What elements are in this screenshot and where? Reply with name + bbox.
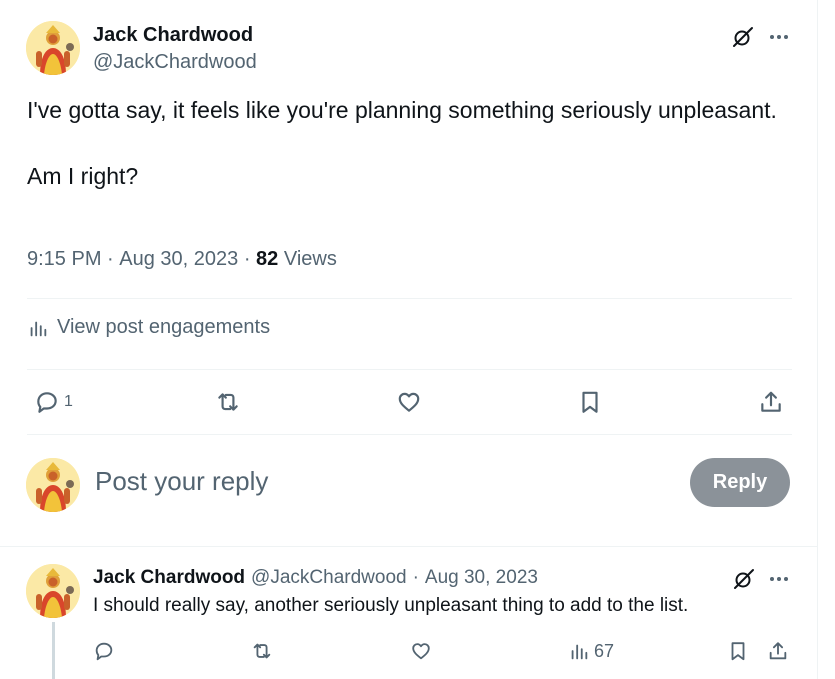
- author-avatar[interactable]: [26, 21, 80, 75]
- divider: [27, 298, 792, 299]
- post-time[interactable]: 9:15 PM: [27, 248, 101, 271]
- reply-share-button[interactable]: [767, 640, 789, 662]
- author-name[interactable]: Jack Chardwood: [93, 24, 253, 47]
- reply-text: I should really say, another seriously u…: [93, 595, 689, 616]
- thread-line: [52, 622, 55, 679]
- reply-reply-button[interactable]: [93, 640, 115, 662]
- reply-views-count: 67: [594, 640, 615, 661]
- reply-button[interactable]: 1: [34, 389, 73, 415]
- reply-like-button[interactable]: [410, 640, 432, 662]
- bookmark-icon: [577, 389, 603, 415]
- like-button[interactable]: [396, 389, 422, 415]
- post-date[interactable]: Aug 30, 2023: [119, 248, 238, 271]
- reply-meta-sep: ·: [412, 567, 419, 588]
- section-separator: [0, 546, 818, 547]
- reply-bookmark-button[interactable]: [727, 640, 749, 662]
- reply-author-handle[interactable]: @JackChardwood: [251, 567, 407, 589]
- engagements-label: View post engagements: [57, 316, 271, 338]
- reply-author-avatar[interactable]: [26, 564, 80, 618]
- repost-icon: [215, 389, 241, 415]
- reply-analytics-button[interactable]: 67: [568, 640, 614, 662]
- like-icon: [396, 389, 422, 415]
- like-icon: [410, 640, 432, 662]
- more-icon[interactable]: [766, 24, 792, 50]
- conversation-column: Jack Chardwood @JackChardwood I've gotta…: [0, 0, 818, 679]
- post-text: I've gotta say, it feels like you're pla…: [27, 97, 777, 189]
- composer-avatar[interactable]: [26, 458, 80, 512]
- reply-icon: [93, 640, 115, 662]
- repost-icon: [251, 640, 273, 662]
- bookmark-icon: [727, 640, 749, 662]
- bookmark-button[interactable]: [577, 389, 603, 415]
- views-count: 82: [256, 248, 279, 270]
- analytics-icon: [568, 640, 590, 662]
- author-handle[interactable]: @JackChardwood: [93, 51, 257, 74]
- meta-sep: ·: [101, 248, 120, 270]
- divider: [27, 434, 792, 435]
- share-icon: [758, 389, 784, 415]
- share-icon: [767, 640, 789, 662]
- reply-repost-button[interactable]: [251, 640, 273, 662]
- reply-author-name[interactable]: Jack Chardwood: [93, 567, 245, 589]
- reply-date[interactable]: Aug 30, 2023: [425, 567, 538, 589]
- meta-sep: ·: [238, 248, 257, 270]
- view-engagements-link[interactable]: View post engagements: [27, 316, 270, 339]
- post-meta: 9:15 PM · Aug 30, 2023 · 82 Views: [27, 248, 337, 271]
- grok-icon[interactable]: [731, 566, 757, 592]
- views-label: Views: [283, 248, 337, 270]
- reply-header: Jack Chardwood @JackChardwood · Aug 30, …: [93, 567, 538, 589]
- reply-icon: [34, 389, 60, 415]
- divider: [27, 369, 792, 370]
- reply-input[interactable]: Post your reply: [95, 466, 268, 497]
- analytics-icon: [27, 317, 49, 339]
- grok-icon[interactable]: [730, 24, 756, 50]
- more-icon[interactable]: [766, 566, 792, 592]
- repost-button[interactable]: [215, 389, 241, 415]
- reply-count: 1: [64, 393, 73, 410]
- reply-submit-button[interactable]: Reply: [690, 458, 790, 507]
- share-button[interactable]: [758, 389, 784, 415]
